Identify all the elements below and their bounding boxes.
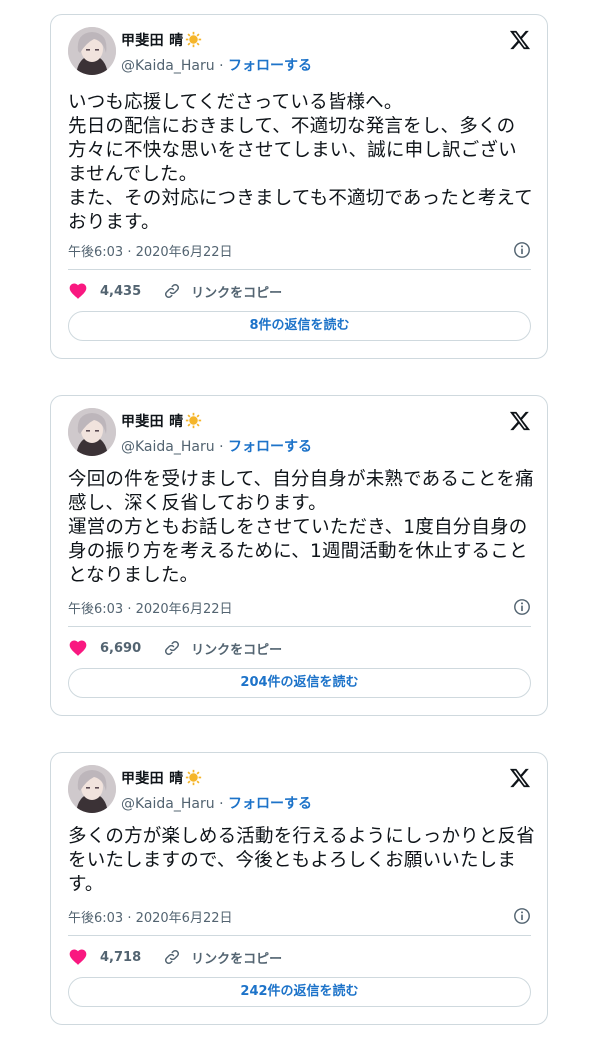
tweet-text: 多くの方が楽しめる活動を行えるようにしっかりと反省をいたしますので、今後ともよろ… — [68, 826, 535, 895]
display-name-row: 甲斐田 晴 — [121, 768, 202, 790]
actions-row: 4,435 リンクをコピー — [68, 280, 282, 302]
timestamp[interactable]: 午後6:03 · 2020年6月22日 — [68, 241, 233, 260]
timestamp[interactable]: 午後6:03 · 2020年6月22日 — [68, 598, 233, 617]
display-name[interactable]: 甲斐田 晴 — [121, 771, 183, 787]
read-replies-button[interactable]: 204件の返信を読む — [68, 668, 531, 698]
sun-icon — [185, 412, 202, 433]
avatar[interactable] — [68, 27, 116, 75]
tweet-text: 今回の件を受けまして、自分自身が未熟であることを痛感し、深く反省しております。 … — [68, 469, 534, 586]
handle-row: @Kaida_Haru · フォローする — [121, 793, 312, 813]
divider — [68, 935, 531, 936]
handle[interactable]: @Kaida_Haru — [121, 439, 215, 455]
handle-row: @Kaida_Haru · フォローする — [121, 55, 312, 75]
sun-icon — [185, 769, 202, 790]
link-icon[interactable] — [163, 948, 181, 966]
handle[interactable]: @Kaida_Haru — [121, 796, 215, 812]
link-icon[interactable] — [163, 639, 181, 657]
display-name-row: 甲斐田 晴 — [121, 30, 202, 52]
handle[interactable]: @Kaida_Haru — [121, 58, 215, 74]
x-logo-icon[interactable] — [509, 767, 531, 789]
display-name[interactable]: 甲斐田 晴 — [121, 414, 183, 430]
display-name-row: 甲斐田 晴 — [121, 411, 202, 433]
follow-button[interactable]: フォローする — [228, 439, 312, 455]
follow-button[interactable]: フォローする — [228, 796, 312, 812]
info-icon[interactable] — [513, 241, 531, 259]
like-count: 4,718 — [100, 949, 142, 965]
avatar[interactable] — [68, 765, 116, 813]
link-icon[interactable] — [163, 282, 181, 300]
divider — [68, 626, 531, 627]
sun-icon — [185, 31, 202, 52]
separator: · — [219, 796, 224, 812]
separator: · — [219, 439, 224, 455]
actions-row: 6,690 リンクをコピー — [68, 637, 282, 659]
x-logo-icon[interactable] — [509, 410, 531, 432]
tweet-text: いつも応援してくださっている皆様へ。 先日の配信におきまして、不適切な発言をし、… — [68, 92, 533, 233]
tweet-card: 甲斐田 晴 @Kaida_Haru · フォローする 今回の件を受けまして、自分… — [50, 395, 548, 716]
heart-icon[interactable] — [68, 281, 88, 301]
heart-icon[interactable] — [68, 947, 88, 967]
read-replies-button[interactable]: 8件の返信を読む — [68, 311, 531, 341]
like-count: 6,690 — [100, 640, 142, 656]
tweet-card: 甲斐田 晴 @Kaida_Haru · フォローする いつも応援してくださってい… — [50, 14, 548, 359]
follow-button[interactable]: フォローする — [228, 58, 312, 74]
divider — [68, 269, 531, 270]
read-replies-button[interactable]: 242件の返信を読む — [68, 977, 531, 1007]
like-count: 4,435 — [100, 283, 142, 299]
copy-link-button[interactable]: リンクをコピー — [191, 639, 282, 658]
display-name[interactable]: 甲斐田 晴 — [121, 33, 183, 49]
copy-link-button[interactable]: リンクをコピー — [191, 948, 282, 967]
separator: · — [219, 58, 224, 74]
actions-row: 4,718 リンクをコピー — [68, 946, 282, 968]
info-icon[interactable] — [513, 907, 531, 925]
x-logo-icon[interactable] — [509, 29, 531, 51]
avatar[interactable] — [68, 408, 116, 456]
copy-link-button[interactable]: リンクをコピー — [191, 282, 282, 301]
handle-row: @Kaida_Haru · フォローする — [121, 436, 312, 456]
info-icon[interactable] — [513, 598, 531, 616]
timestamp[interactable]: 午後6:03 · 2020年6月22日 — [68, 907, 233, 926]
tweet-card: 甲斐田 晴 @Kaida_Haru · フォローする 多くの方が楽しめる活動を行… — [50, 752, 548, 1025]
heart-icon[interactable] — [68, 638, 88, 658]
